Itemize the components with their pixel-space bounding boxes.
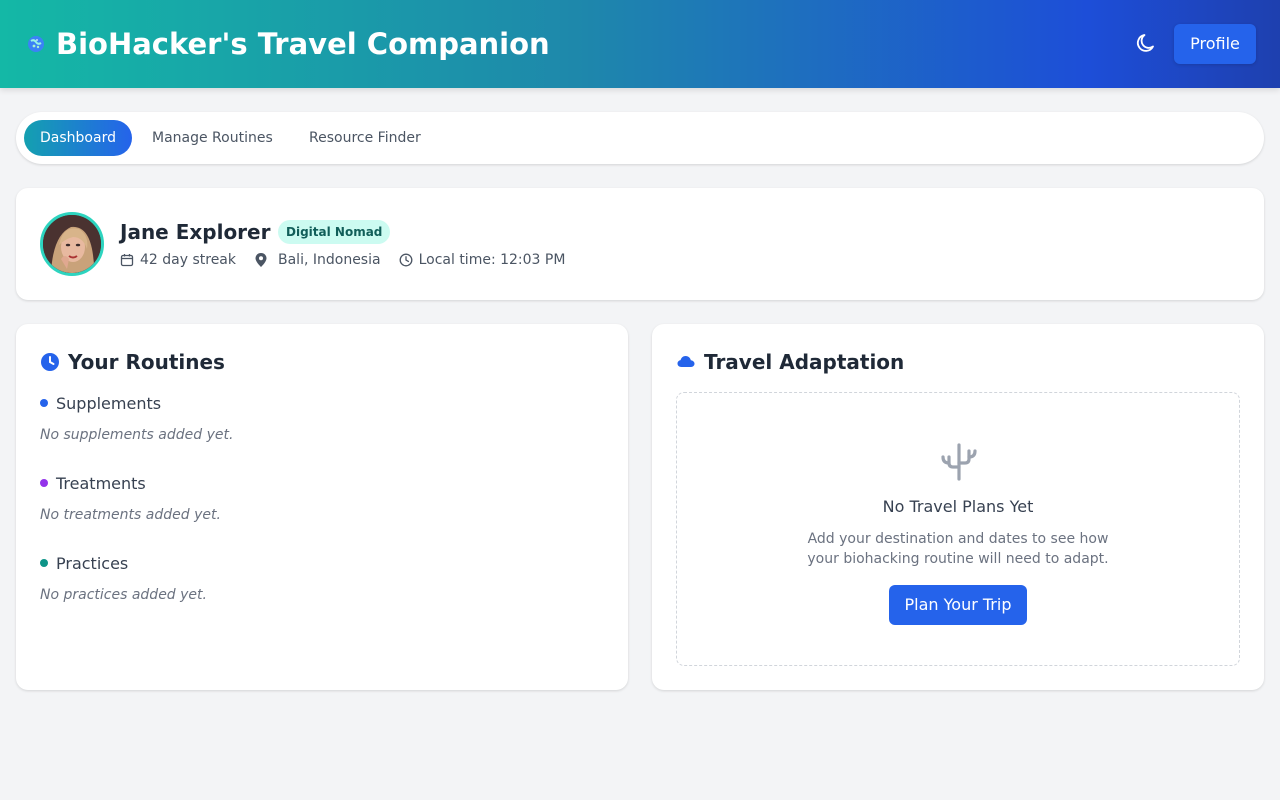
moon-icon[interactable] bbox=[1132, 28, 1162, 58]
routine-section-supplements: Supplements No supplements added yet. bbox=[40, 392, 233, 447]
location-text: Bali, Indonesia bbox=[278, 252, 381, 268]
local-time-item: Local time: 12:03 PM bbox=[399, 252, 566, 268]
empty-message: No treatments added yet. bbox=[40, 507, 221, 523]
main-nav: Dashboard Manage Routines Resource Finde… bbox=[16, 112, 1264, 164]
routine-label: Supplements bbox=[56, 393, 162, 413]
routine-heading: Supplements bbox=[40, 392, 233, 414]
tab-manage-routines[interactable]: Manage Routines bbox=[152, 120, 273, 156]
user-meta: 42 day streak Bali, Indonesia Local time… bbox=[120, 250, 583, 270]
travel-title: Travel Adaptation bbox=[676, 348, 904, 376]
routine-label: Treatments bbox=[56, 473, 146, 493]
routine-label: Practices bbox=[56, 553, 129, 573]
empty-message: No practices added yet. bbox=[40, 587, 207, 603]
tab-dashboard[interactable]: Dashboard bbox=[24, 120, 132, 156]
bullet-dot bbox=[40, 399, 48, 407]
status-badge: Digital Nomad bbox=[278, 220, 391, 244]
clock-icon bbox=[399, 253, 413, 267]
map-pin-icon bbox=[255, 253, 267, 267]
routines-card: Your Routines Supplements No supplements… bbox=[16, 324, 628, 690]
cloud-icon bbox=[677, 356, 695, 367]
plan-trip-button[interactable]: Plan Your Trip bbox=[889, 585, 1027, 625]
app-title: BioHacker's Travel Companion bbox=[56, 27, 550, 61]
bullet-dot bbox=[40, 559, 48, 567]
local-time-text: Local time: 12:03 PM bbox=[418, 252, 566, 268]
profile-card: Jane Explorer Digital Nomad 42 day strea… bbox=[16, 188, 1264, 300]
routine-heading: Practices bbox=[40, 552, 207, 574]
dna-globe-icon bbox=[28, 36, 44, 52]
bullet-dot bbox=[40, 479, 48, 487]
empty-message: No supplements added yet. bbox=[40, 427, 234, 443]
routine-section-treatments: Treatments No treatments added yet. bbox=[40, 472, 221, 527]
profile-button[interactable]: Profile bbox=[1174, 24, 1256, 64]
streak-text: 42 day streak bbox=[140, 252, 236, 268]
routine-section-practices: Practices No practices added yet. bbox=[40, 552, 207, 607]
routines-title: Your Routines bbox=[40, 348, 225, 376]
empty-title: No Travel Plans Yet bbox=[882, 497, 1034, 516]
empty-description: Add your destination and dates to see ho… bbox=[807, 531, 1109, 567]
streak-item: 42 day streak bbox=[120, 252, 236, 268]
tab-resource-finder[interactable]: Resource Finder bbox=[309, 120, 421, 156]
avatar[interactable] bbox=[40, 212, 104, 276]
cactus-icon bbox=[941, 443, 977, 481]
routines-title-text: Your Routines bbox=[68, 350, 225, 374]
user-name: Jane Explorer bbox=[120, 220, 271, 244]
clock-icon bbox=[41, 353, 59, 371]
travel-card: Travel Adaptation No Travel Plans Yet Ad… bbox=[652, 324, 1264, 690]
location-item: Bali, Indonesia bbox=[254, 252, 381, 268]
travel-title-text: Travel Adaptation bbox=[704, 350, 905, 374]
app-header: BioHacker's Travel Companion Profile bbox=[0, 0, 1280, 88]
routine-heading: Treatments bbox=[40, 472, 221, 494]
calendar-icon bbox=[120, 254, 134, 267]
travel-empty-state: No Travel Plans Yet Add your destination… bbox=[676, 392, 1240, 666]
